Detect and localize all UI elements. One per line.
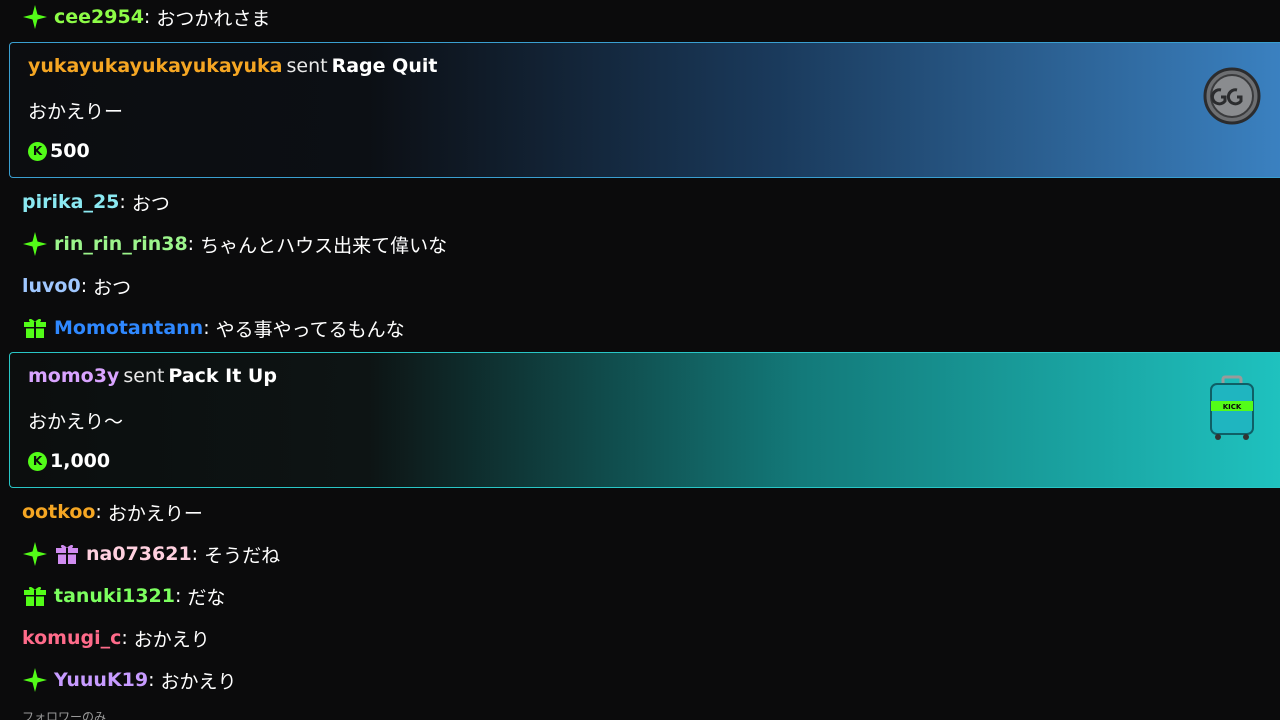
chat-message[interactable]: ootkoo: おかえりー	[22, 497, 203, 527]
badge-list	[22, 541, 80, 567]
chat-colon: :	[121, 627, 128, 649]
suitcase-icon: KICK	[1201, 375, 1263, 440]
chat-message[interactable]: na073621: そうだね	[22, 539, 280, 569]
gift-box-pink-icon	[54, 541, 80, 567]
chat-colon: :	[119, 191, 126, 213]
kick-coin-icon: K	[28, 451, 47, 471]
gift-card-rage-quit[interactable]: yukayukayukayukayuka sent Rage Quit おかえりー …	[9, 42, 1280, 178]
chat-panel: cee2954: おつかれさま yukayukayukayukayuka sent…	[0, 0, 1280, 720]
chat-colon: :	[191, 543, 199, 565]
chat-colon: :	[187, 233, 195, 255]
badge-list	[22, 4, 48, 30]
chat-username[interactable]: Momotantann	[54, 317, 203, 339]
chat-colon: :	[95, 501, 102, 523]
gift-card-pack-it-up[interactable]: momo3y sent Pack It Up おかえり〜 K 1,000 KICK	[9, 352, 1280, 488]
gift-box-icon	[22, 583, 48, 609]
kick-coin-icon: K	[28, 141, 47, 161]
suitcase-label: KICK	[1223, 403, 1242, 411]
chat-username[interactable]: ootkoo	[22, 501, 95, 523]
chat-text: ちゃんとハウス出来て偉いな	[200, 234, 448, 257]
chat-username[interactable]: YuuuK19	[54, 669, 148, 691]
chat-message[interactable]: YuuuK19: おかえり	[22, 665, 237, 695]
chat-username[interactable]: luvo0	[22, 275, 81, 297]
chat-text: おつかれさま	[156, 7, 271, 30]
gift-header: yukayukayukayukayuka sent Rage Quit	[28, 55, 437, 77]
gift-message: おかえり〜	[28, 411, 124, 433]
chat-text: おかえり	[160, 670, 237, 693]
chat-text: おかえり	[133, 628, 210, 651]
chat-message[interactable]: cee2954: おつかれさま	[22, 2, 270, 32]
sparkle-icon	[22, 541, 48, 567]
chat-mode-note: フォロワーのみ	[22, 710, 107, 720]
gg-coin-icon	[1201, 65, 1263, 127]
chat-username[interactable]: komugi_c	[22, 627, 121, 649]
chat-username[interactable]: rin_rin_rin38	[54, 233, 188, 255]
gift-sent-label: sent	[123, 365, 165, 387]
chat-username[interactable]: tanuki1321	[54, 585, 175, 607]
gift-sent-label: sent	[286, 55, 328, 77]
chat-username[interactable]: pirika_25	[22, 191, 119, 213]
chat-colon: :	[80, 275, 88, 297]
chat-username[interactable]: na073621	[86, 543, 192, 565]
sparkle-icon	[22, 4, 48, 30]
gift-amount-row: K 1,000	[28, 450, 110, 472]
chat-message[interactable]: tanuki1321: だな	[22, 581, 225, 611]
gift-amount: 1,000	[50, 450, 111, 472]
chat-colon: :	[148, 669, 155, 691]
chat-username[interactable]: cee2954	[54, 6, 144, 28]
chat-text: やる事やってるもんな	[215, 318, 405, 341]
gift-header: momo3y sent Pack It Up	[28, 365, 277, 387]
gift-item-name: Pack It Up	[168, 365, 277, 387]
chat-text: おつ	[93, 276, 132, 299]
badge-list	[22, 583, 48, 609]
chat-message[interactable]: komugi_c: おかえり	[22, 623, 210, 653]
chat-colon: :	[203, 317, 210, 339]
gift-amount: 500	[50, 140, 90, 162]
sparkle-icon	[22, 667, 48, 693]
badge-list	[22, 315, 48, 341]
chat-text: おつ	[131, 192, 170, 215]
chat-message[interactable]: Momotantann: やる事やってるもんな	[22, 313, 405, 343]
badge-list	[22, 231, 48, 257]
chat-message[interactable]: rin_rin_rin38: ちゃんとハウス出来て偉いな	[22, 229, 447, 259]
badge-list	[22, 667, 48, 693]
gift-amount-row: K 500	[28, 140, 90, 162]
sparkle-icon	[22, 231, 48, 257]
gift-username[interactable]: momo3y	[28, 365, 119, 387]
chat-message[interactable]: luvo0: おつ	[22, 271, 131, 301]
gift-box-icon	[22, 315, 48, 341]
chat-text: だな	[187, 586, 226, 609]
chat-text: おかえりー	[107, 502, 203, 525]
chat-message[interactable]: pirika_25: おつ	[22, 187, 170, 217]
gift-username[interactable]: yukayukayukayukayuka	[28, 55, 283, 77]
chat-colon: :	[175, 585, 182, 607]
gift-item-name: Rage Quit	[331, 55, 438, 77]
gift-message: おかえりー	[28, 101, 124, 123]
chat-text: そうだね	[204, 544, 281, 567]
chat-colon: :	[143, 6, 151, 28]
